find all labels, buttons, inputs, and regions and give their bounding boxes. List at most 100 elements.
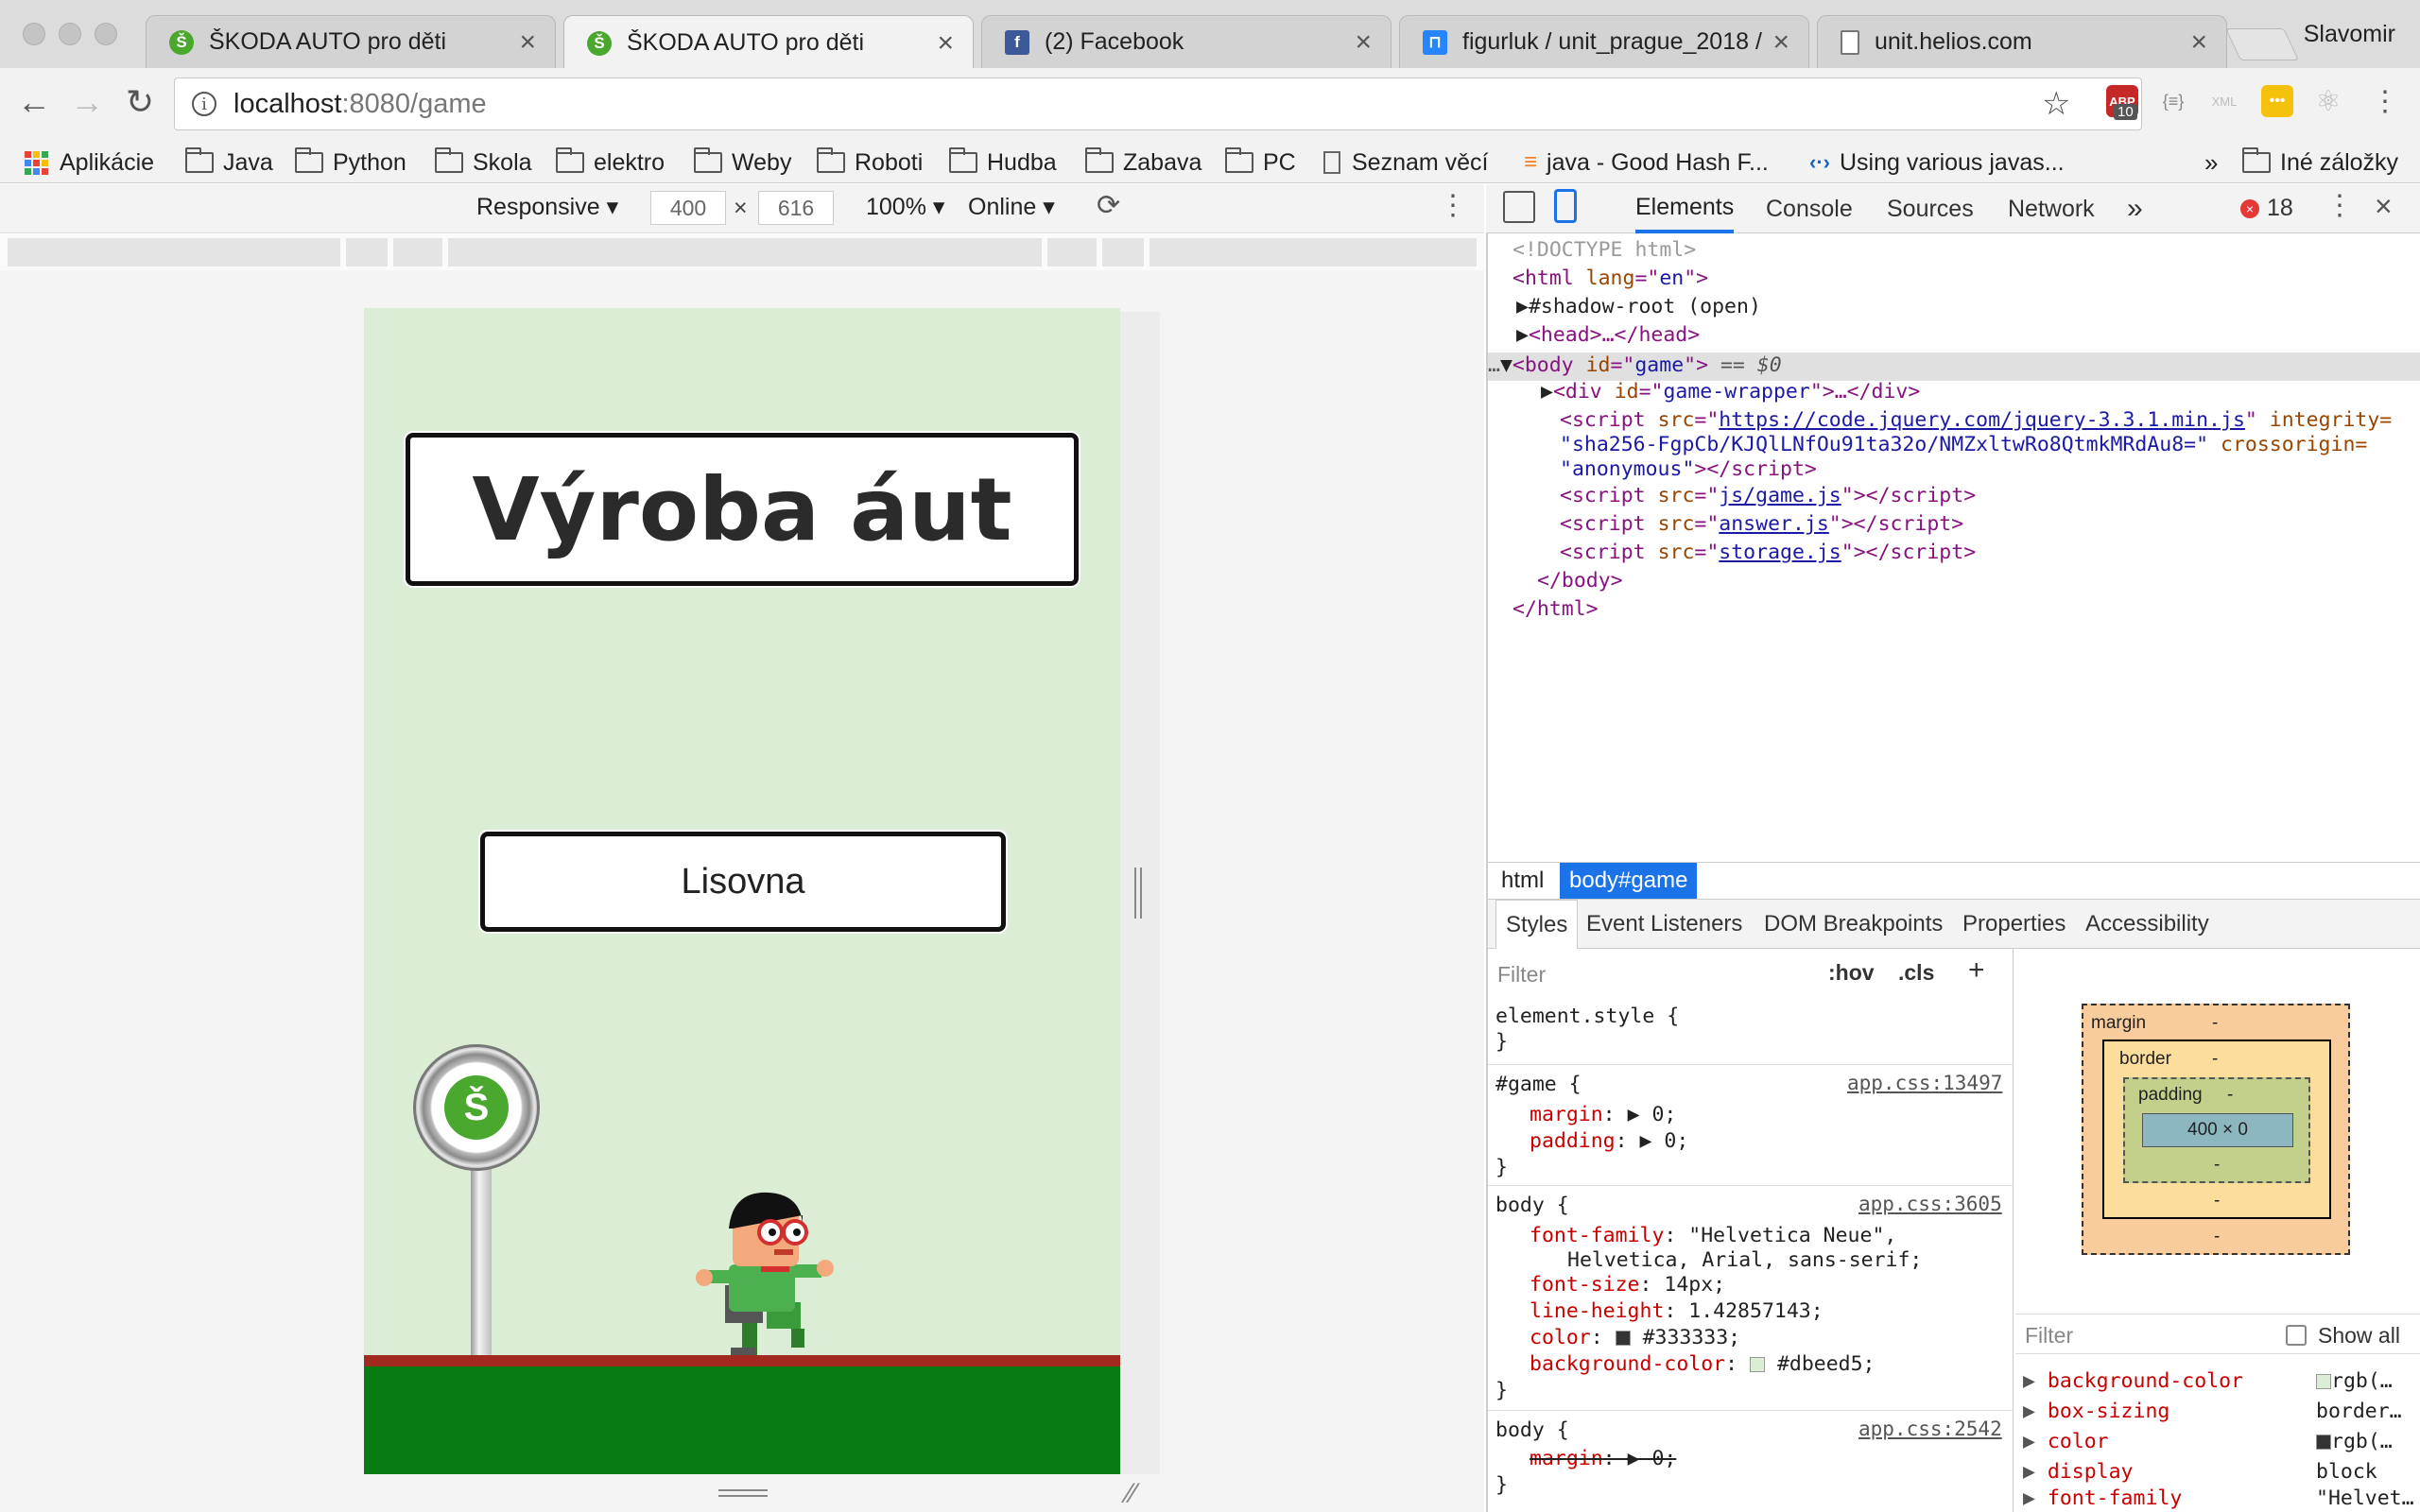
css-declaration[interactable]: line-height: 1.42857143; bbox=[1530, 1298, 1824, 1324]
browser-menu-icon[interactable]: ⋮ bbox=[2369, 85, 2401, 117]
expand-arrow-icon[interactable]: ▶ bbox=[1516, 323, 1529, 347]
ellipsis-icon[interactable]: … bbox=[1488, 353, 1500, 377]
media-query-segment[interactable] bbox=[448, 238, 1042, 266]
computed-filter-input[interactable]: Filter bbox=[2025, 1323, 2073, 1349]
address-bar[interactable]: i localhost:8080/game bbox=[174, 77, 2142, 130]
media-query-segment[interactable] bbox=[346, 238, 388, 266]
bookmark-folder-roboti[interactable]: Roboti bbox=[817, 142, 923, 183]
browser-tab-3[interactable]: ⊓ figurluk / unit_prague_2018 / × bbox=[1399, 15, 1809, 68]
bookmark-seznam-veci[interactable]: Seznam věcí bbox=[1323, 142, 1489, 183]
resize-handle-right[interactable] bbox=[1134, 868, 1142, 919]
rule-source-link[interactable]: app.css:3605 bbox=[1858, 1193, 2002, 1215]
viewport-height-input[interactable]: 616 bbox=[758, 191, 834, 225]
rule-selector[interactable]: #game { bbox=[1495, 1072, 1582, 1097]
viewport-width-input[interactable]: 400 bbox=[650, 191, 726, 225]
media-query-segment[interactable] bbox=[1102, 238, 1144, 266]
dom-game-wrapper[interactable]: ▶<div id="game-wrapper">…</div> bbox=[1541, 379, 1920, 405]
network-throttle-select[interactable]: Online ▾ bbox=[968, 193, 1055, 221]
css-declaration[interactable]: font-size: 14px; bbox=[1530, 1272, 1725, 1297]
lisovna-button[interactable]: Lisovna bbox=[480, 832, 1006, 932]
css-declaration[interactable]: color: #333333; bbox=[1530, 1325, 1740, 1350]
bookmark-folder-skola[interactable]: Skola bbox=[435, 142, 532, 183]
device-toggle-icon[interactable] bbox=[1554, 189, 1577, 223]
new-rule-button[interactable]: + bbox=[1968, 954, 1985, 987]
browser-tab-0[interactable]: Š ŠKODA AUTO pro děti × bbox=[146, 15, 556, 68]
media-query-segment[interactable] bbox=[1150, 238, 1477, 266]
subtab-dom-breakpoints[interactable]: DOM Breakpoints bbox=[1754, 900, 1952, 949]
close-icon[interactable]: × bbox=[2190, 26, 2207, 59]
bookmark-folder-java[interactable]: Java bbox=[185, 142, 273, 183]
element-style-rule[interactable]: element.style {} bbox=[1495, 1004, 1679, 1055]
close-icon[interactable]: × bbox=[1772, 26, 1789, 59]
css-declaration-overridden[interactable]: margin: ▶ 0; bbox=[1530, 1446, 1676, 1471]
resize-corner-icon[interactable]: ⁄⁄ bbox=[1127, 1478, 1136, 1510]
css-declaration[interactable]: padding: ▶ 0; bbox=[1530, 1128, 1688, 1154]
dom-body-close[interactable]: </body> bbox=[1537, 568, 1623, 594]
bookmark-folder-elektro[interactable]: elektro bbox=[556, 142, 665, 183]
bookmark-folder-pc[interactable]: PC bbox=[1225, 142, 1296, 183]
dom-html-open[interactable]: <html lang="en"> bbox=[1512, 266, 1708, 292]
media-query-segment[interactable] bbox=[393, 238, 442, 266]
device-toolbar-menu-icon[interactable]: ⋮ bbox=[1439, 189, 1467, 222]
show-all-checkbox[interactable] bbox=[2286, 1325, 2307, 1346]
bookmark-apps[interactable]: Aplikácie bbox=[25, 142, 154, 183]
browser-tab-4[interactable]: unit.helios.com × bbox=[1817, 15, 2227, 68]
dom-head[interactable]: ▶<head>…</head> bbox=[1516, 322, 1700, 349]
tab-console[interactable]: Console bbox=[1766, 184, 1853, 233]
rotate-icon[interactable]: ⟳ bbox=[1097, 189, 1120, 222]
class-toggle[interactable]: .cls bbox=[1898, 960, 1934, 986]
info-icon[interactable]: i bbox=[192, 92, 216, 116]
subtab-accessibility[interactable]: Accessibility bbox=[2076, 900, 2219, 949]
subtab-properties[interactable]: Properties bbox=[1953, 900, 2075, 949]
error-counter[interactable]: × 18 bbox=[2240, 195, 2293, 222]
devtools-menu-icon[interactable]: ⋮ bbox=[2325, 189, 2354, 222]
bookmark-folder-python[interactable]: Python bbox=[295, 142, 406, 183]
breadcrumb-html[interactable]: html bbox=[1492, 863, 1553, 899]
rule-source-link[interactable]: app.css:2542 bbox=[1858, 1418, 2002, 1440]
css-declaration[interactable]: font-family: "Helvetica Neue", bbox=[1530, 1223, 1896, 1248]
dom-html-close[interactable]: </html> bbox=[1512, 596, 1599, 623]
inspect-element-icon[interactable] bbox=[1503, 191, 1535, 223]
bookmark-folder-hudba[interactable]: Hudba bbox=[949, 142, 1057, 183]
rule-selector[interactable]: body { bbox=[1495, 1418, 1569, 1443]
color-swatch[interactable] bbox=[1615, 1331, 1631, 1346]
more-tabs-icon[interactable]: » bbox=[2127, 184, 2143, 233]
media-query-segment[interactable] bbox=[1047, 238, 1097, 266]
dom-script-jquery[interactable]: <script src="https://code.jquery.com/jqu… bbox=[1560, 407, 2392, 434]
styles-filter-input[interactable]: Filter bbox=[1497, 962, 1546, 988]
color-swatch[interactable] bbox=[1750, 1357, 1765, 1372]
browser-tab-2[interactable]: f (2) Facebook × bbox=[981, 15, 1392, 68]
css-declaration[interactable]: background-color: #dbeed5; bbox=[1530, 1351, 1876, 1377]
dom-script-storage[interactable]: <script src="storage.js"></script> bbox=[1560, 540, 1976, 566]
computed-row[interactable]: ▶ font-family bbox=[2023, 1484, 2182, 1512]
dom-doctype[interactable]: <!DOCTYPE html> bbox=[1512, 237, 1696, 264]
reload-icon[interactable]: ↻ bbox=[117, 79, 163, 125]
ellipsis-extension-icon[interactable]: ••• bbox=[2261, 85, 2293, 117]
window-minimize-button[interactable] bbox=[59, 23, 81, 45]
dom-script-game[interactable]: <script src="js/game.js"></script> bbox=[1560, 483, 1976, 509]
bookmark-using-various-javas[interactable]: ‹·› Using various javas... bbox=[1809, 142, 2065, 183]
device-mode-select[interactable]: Responsive ▾ bbox=[476, 193, 618, 221]
script-link[interactable]: answer.js bbox=[1719, 512, 1829, 536]
script-link[interactable]: storage.js bbox=[1719, 541, 1841, 564]
back-arrow-icon[interactable]: ← bbox=[11, 79, 57, 125]
rule-source-link[interactable]: app.css:13497 bbox=[1847, 1072, 2002, 1094]
dom-body-open[interactable]: …▼<body id="game"> == $0 bbox=[1488, 352, 1782, 379]
forward-arrow-icon[interactable]: → bbox=[64, 79, 110, 125]
expand-arrow-icon[interactable]: ▶ bbox=[1541, 380, 1553, 404]
hover-state-toggle[interactable]: :hov bbox=[1828, 960, 1875, 986]
profile-name[interactable]: Slavomir bbox=[2304, 21, 2395, 48]
expand-arrow-icon[interactable]: ▶ bbox=[1516, 295, 1529, 318]
json-viewer-icon[interactable]: {≡} bbox=[2157, 85, 2189, 117]
zoom-select[interactable]: 100% ▾ bbox=[866, 193, 944, 221]
script-link[interactable]: https://code.jquery.com/jquery-3.3.1.min… bbox=[1719, 408, 2245, 432]
computed-row[interactable]: ▶ box-sizing bbox=[2023, 1397, 2169, 1427]
bookmark-folder-weby[interactable]: Weby bbox=[694, 142, 791, 183]
dom-shadow-root[interactable]: ▶#shadow-root (open) bbox=[1516, 294, 1761, 320]
bookmark-java-good-hash[interactable]: ≡ java - Good Hash F... bbox=[1524, 142, 1769, 183]
tab-sources[interactable]: Sources bbox=[1887, 184, 1974, 233]
window-maximize-button[interactable] bbox=[95, 23, 117, 45]
collapse-arrow-icon[interactable]: ▼ bbox=[1500, 353, 1512, 377]
close-icon[interactable]: × bbox=[937, 27, 954, 60]
subtab-styles[interactable]: Styles bbox=[1495, 900, 1579, 949]
